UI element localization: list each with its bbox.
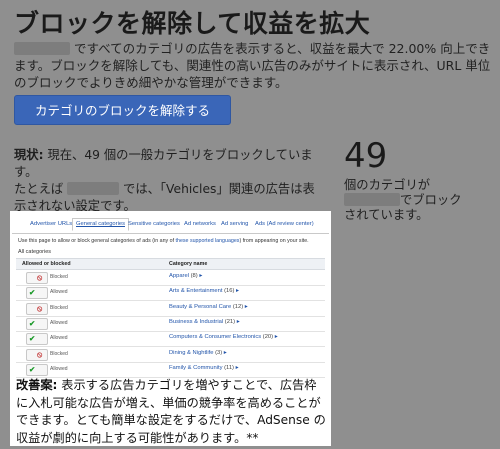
count-caption-line2: でブロック <box>400 193 462 207</box>
category-count: (12) <box>232 303 244 310</box>
redacted-site-name <box>14 42 70 55</box>
category-link[interactable]: Apparel (8) ▸ <box>169 273 202 279</box>
settings-tabs: Advertiser URLs General categories Sensi… <box>12 218 329 234</box>
tab-advertiser-urls[interactable]: Advertiser URLs <box>30 221 72 227</box>
expand-arrow-icon[interactable]: ▸ <box>235 319 240 325</box>
category-count: (11) <box>224 364 234 371</box>
tab-general-categories[interactable]: General categories <box>72 218 129 231</box>
improvement-text: 改善案: 表示する広告カテゴリを増やすことで、広告枠に入札可能な広告が増え、単価… <box>16 377 326 446</box>
category-name: Dining & Nightlife <box>169 349 214 356</box>
allow-block-toggle[interactable]: ✔ <box>26 363 48 376</box>
category-link[interactable]: Arts & Entertainment (16) ▸ <box>169 288 239 294</box>
intro-text: ですべてのカテゴリの広告を表示すると、収益を最大で 22.00% 向上できます。… <box>14 40 494 91</box>
expand-arrow-icon[interactable]: ▸ <box>222 350 227 356</box>
blocked-icon: ⦸ <box>37 303 43 313</box>
status-line1: 現在、49 個の一般カテゴリをブロックしています。 <box>14 148 313 179</box>
supported-languages-link[interactable]: these supported languages <box>176 238 240 244</box>
table-row: ⦸ Blocked Dining & Nightlife (3) ▸ <box>16 347 325 363</box>
hint-text: Use this page to allow or block general … <box>18 238 176 244</box>
column-header-category[interactable]: Category name <box>169 261 207 267</box>
tab-ad-serving[interactable]: Ad serving <box>221 221 248 227</box>
checkmark-icon: ✔ <box>29 288 36 298</box>
blocked-icon: ⦸ <box>37 349 43 359</box>
expand-arrow-icon[interactable]: ▸ <box>234 365 239 371</box>
expand-arrow-icon[interactable]: ▸ <box>234 288 239 294</box>
category-link[interactable]: Dining & Nightlife (3) ▸ <box>169 350 227 356</box>
page-hint: Use this page to allow or block general … <box>18 238 323 244</box>
table-row: ⦸ Blocked Apparel (8) ▸ <box>16 270 325 286</box>
improvement-body: 表示する広告カテゴリを増やすことで、広告枠に入札可能な広告が増え、単価の競争率を… <box>16 378 326 445</box>
adsense-settings-screenshot: Advertiser URLs General categories Sensi… <box>12 213 329 379</box>
checkmark-icon: ✔ <box>29 364 36 374</box>
allow-block-toggle[interactable]: ✔ <box>26 333 48 346</box>
intro-body: ですべてのカテゴリの広告を表示すると、収益を最大で 22.00% 向上できます。… <box>14 41 491 90</box>
category-count: (8) <box>190 273 198 279</box>
row-state: Allowed <box>50 289 68 296</box>
allow-block-toggle[interactable]: ⦸ <box>26 302 48 315</box>
column-header-status: Allowed or blocked <box>22 261 71 267</box>
category-count: (21) <box>224 318 236 325</box>
table-row: ✔ Allowed Arts & Entertainment (16) ▸ <box>16 285 325 302</box>
category-link[interactable]: Family & Community (11) ▸ <box>169 365 239 371</box>
highlight-panel: Advertiser URLs General categories Sensi… <box>10 211 331 446</box>
table-row: ✔ Allowed Family & Community (11) ▸ <box>16 362 325 378</box>
allow-block-toggle[interactable]: ⦸ <box>26 272 48 284</box>
hint-tail: ) from appearing on your site. <box>239 238 309 244</box>
count-caption: 個のカテゴリが でブロック されています。 <box>344 178 484 223</box>
expand-arrow-icon[interactable]: ▸ <box>198 273 202 279</box>
table-row: ✔ Allowed Computers & Consumer Electronics… <box>16 331 325 348</box>
unblock-categories-button[interactable]: カテゴリのブロックを解除する <box>14 95 231 125</box>
category-name: Arts & Entertainment <box>169 288 223 295</box>
blocked-icon: ⦸ <box>37 273 43 282</box>
checkmark-icon: ✔ <box>29 318 36 328</box>
redacted-site-name <box>344 193 400 206</box>
table-row: ⦸ Blocked Beauty & Personal Care (12) ▸ <box>16 301 325 317</box>
status-line2-prefix: たとえば <box>14 182 68 196</box>
all-categories-label: All categories <box>18 249 52 255</box>
category-link[interactable]: Beauty & Personal Care (12) ▸ <box>169 304 248 310</box>
redacted-site-name <box>67 182 120 195</box>
category-name: Apparel <box>169 273 189 279</box>
category-name: Beauty & Personal Care <box>169 303 232 310</box>
allow-block-toggle[interactable]: ✔ <box>26 317 48 330</box>
tab-ad-networks[interactable]: Ad networks <box>184 221 216 227</box>
row-state: Allowed <box>50 319 68 326</box>
expand-arrow-icon[interactable]: ▸ <box>273 334 278 340</box>
category-count: (20) <box>262 334 274 341</box>
category-name: Family & Community <box>169 364 223 371</box>
tab-sensitive-categories[interactable]: Sensitive categories <box>128 221 180 227</box>
status-label: 現状: <box>14 148 44 162</box>
checkmark-icon: ✔ <box>29 334 36 344</box>
count-caption-line3: されています。 <box>344 208 429 222</box>
allow-block-toggle[interactable]: ⦸ <box>26 348 48 361</box>
category-count: (16) <box>224 288 235 295</box>
table-row: ✔ Allowed Business & Industrial (21) ▸ <box>16 316 325 332</box>
current-status: 現状: 現在、49 個の一般カテゴリをブロックしています。 たとえば では、「V… <box>14 147 326 215</box>
count-caption-line1: 個のカテゴリが <box>344 178 431 192</box>
category-name: Computers & Consumer Electronics <box>169 334 262 341</box>
row-state: Blocked <box>50 304 68 311</box>
row-state: Blocked <box>50 350 68 357</box>
category-name: Business & Industrial <box>169 318 224 325</box>
improvement-label: 改善案: <box>16 378 58 392</box>
category-link[interactable]: Business & Industrial (21) ▸ <box>169 319 240 325</box>
row-state: Blocked <box>50 274 68 280</box>
table-header: Allowed or blocked Category name <box>16 258 325 270</box>
row-state: Allowed <box>50 365 68 372</box>
expand-arrow-icon[interactable]: ▸ <box>243 304 248 310</box>
tab-ad-review-center[interactable]: Ads (Ad review center) <box>255 221 314 227</box>
row-state: Allowed <box>50 335 68 342</box>
category-link[interactable]: Computers & Consumer Electronics (20) ▸ <box>169 334 278 340</box>
blocked-count: 49 <box>344 136 388 176</box>
allow-block-toggle[interactable]: ✔ <box>26 287 48 300</box>
page-title: ブロックを解除して収益を拡大 <box>14 9 371 38</box>
